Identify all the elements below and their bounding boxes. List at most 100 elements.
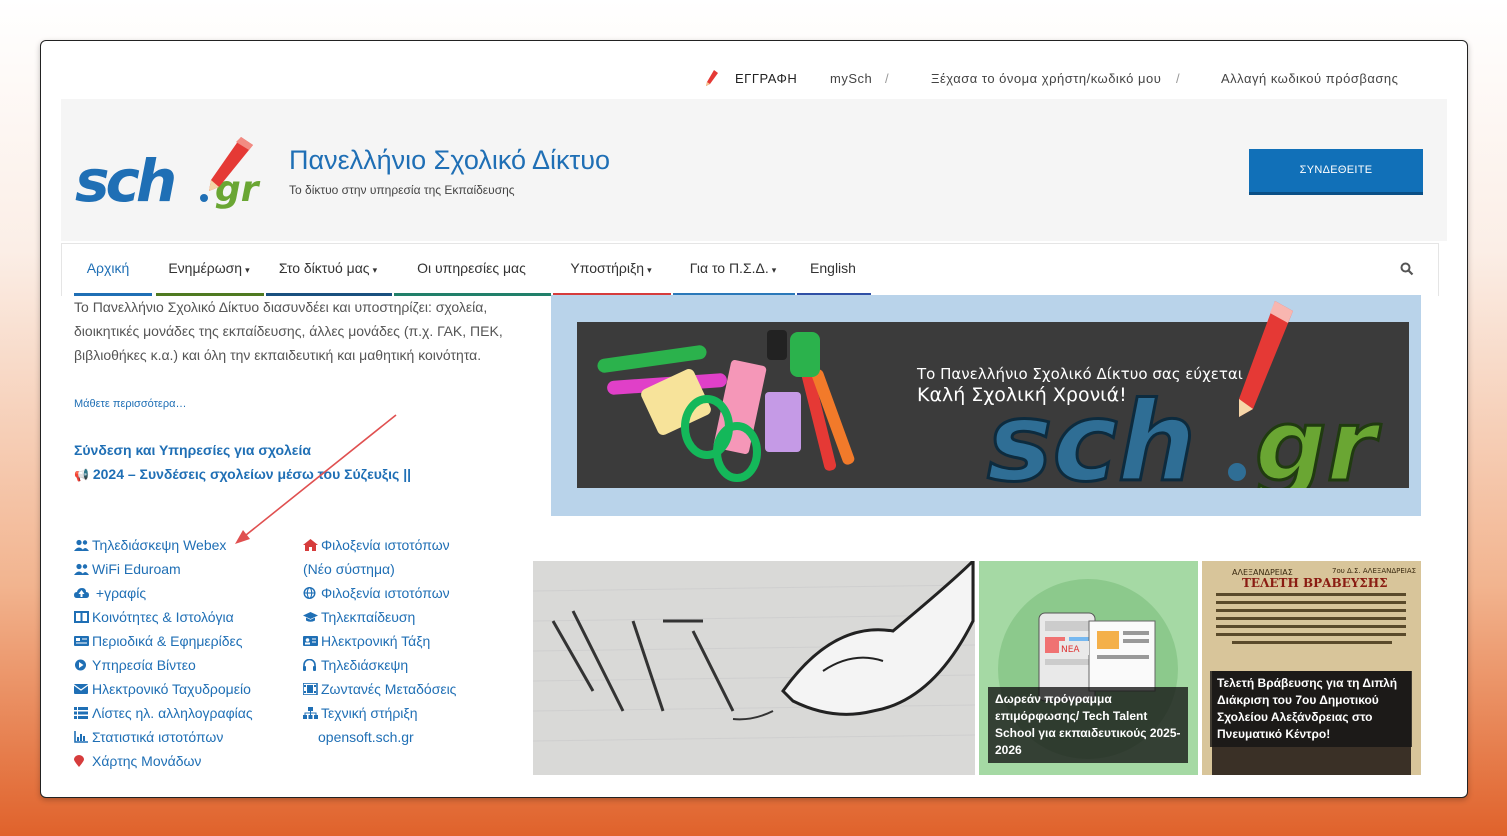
chevron-down-icon: ▾	[647, 265, 652, 275]
tab-network[interactable]: Στο δίκτυό μας ▾	[264, 244, 392, 296]
chevron-down-icon: ▾	[771, 265, 777, 275]
site-subtitle: Το δίκτυο στην υπηρεσία της Εκπαίδευσης	[289, 183, 515, 197]
film-icon	[303, 683, 318, 695]
intro-text: Το Πανελλήνιο Σχολικό Δίκτυο διασυνδέει …	[74, 299, 503, 363]
link-label: Τεχνική στήριξη	[321, 705, 418, 721]
chevron-down-icon: ▾	[245, 265, 250, 275]
banner-line-1: Το Πανελλήνιο Σχολικό Δίκτυο σας εύχεται	[917, 365, 1243, 383]
link-magazines[interactable]: Περιοδικά & Εφημερίδες	[74, 629, 253, 653]
search-icon[interactable]	[1400, 262, 1414, 276]
sch-logo[interactable]: sch gr	[73, 135, 273, 215]
link-mailing-lists[interactable]: Λίστες ηλ. αλληλογραφίας	[74, 701, 253, 725]
link-label: Υπηρεσία Βίντεο	[92, 657, 196, 673]
link-label: Στατιστικά ιστοτόπων	[92, 729, 224, 745]
services-list-right: Φιλοξενία ιστοτόπων (Νέο σύστημα) Φιλοξε…	[303, 533, 456, 749]
tab-label: Για το Π.Σ.Δ.	[689, 260, 769, 276]
link-live-streams[interactable]: Ζωντανές Μεταδόσεις	[303, 677, 456, 701]
mysch-link[interactable]: mySch	[830, 71, 872, 86]
link-label: opensoft.sch.gr	[318, 729, 414, 745]
link-label: Φιλοξενία ιστοτόπων	[321, 537, 450, 553]
list-icon	[74, 707, 88, 719]
main-nav: Αρχική Ενημέρωση ▾ Στο δίκτυό μας ▾ Οι υπη…	[61, 243, 1439, 296]
megaphone-icon: 📢	[74, 468, 89, 482]
link-communities[interactable]: Κοινότητες & Ιστολόγια	[74, 605, 253, 629]
poster-title: ΤΕΛΕΤΗ ΒΡΑΒΕΥΣΗΣ	[1242, 576, 1388, 590]
tab-label: English	[810, 260, 856, 276]
logo-text: sch	[75, 147, 174, 215]
columns-icon	[74, 611, 89, 623]
home-icon	[303, 539, 318, 551]
link-label: Φιλοξενία ιστοτόπων	[321, 585, 450, 601]
welcome-banner[interactable]: sch gr Το Πανελλήνιο Σχολικό Δίκτυο σας …	[551, 295, 1421, 516]
site-header: sch gr Πανελλήνιο Σχολικό Δίκτυο Το δίκτ…	[61, 99, 1447, 241]
link-label: Τηλεδιάσκεψη	[321, 657, 409, 673]
link-label: Χάρτης Μονάδων	[92, 753, 202, 769]
tab-label: Οι υπηρεσίες μας	[417, 260, 526, 276]
link-web-hosting[interactable]: Φιλοξενία ιστοτόπων	[303, 581, 456, 605]
envelope-icon	[74, 684, 89, 694]
services-list-left: Τηλεδιάσκεψη Webex WiFi Eduroam +γραφίς …	[74, 533, 253, 773]
bar-chart-icon	[74, 731, 88, 743]
link-label: Τηλεκπαίδευση	[321, 609, 416, 625]
link-label: Ηλεκτρονική Τάξη	[321, 633, 431, 649]
change-password-link[interactable]: Αλλαγή κωδικού πρόσβασης	[1221, 71, 1398, 86]
poster-school: 7ου Δ.Σ. ΑΛΕΞΑΝΔΡΕΙΑΣ	[1332, 567, 1416, 575]
link-tech-support[interactable]: Τεχνική στήριξη	[303, 701, 456, 725]
link-eclass[interactable]: Ηλεκτρονική Τάξη	[303, 629, 456, 653]
register-link[interactable]: ΕΓΓΡΑΦΗ	[735, 71, 797, 86]
graduation-cap-icon	[303, 612, 318, 622]
link-statistics[interactable]: Στατιστικά ιστοτόπων	[74, 725, 253, 749]
news-tile-2[interactable]: ΝΕΑ Δωρεάν πρόγραμμα επιμόρφωσης/ Tech T…	[979, 561, 1198, 775]
link-web-hosting-new-system[interactable]: (Νέο σύστημα)	[303, 557, 456, 581]
learn-more-link[interactable]: Μάθετε περισσότερα…	[74, 398, 186, 410]
tab-english[interactable]: English	[795, 244, 871, 296]
newspaper-icon	[74, 636, 89, 646]
map-marker-icon	[74, 755, 84, 767]
tab-news[interactable]: Ενημέρωση ▾	[154, 244, 264, 296]
news-caption: Δωρεάν πρόγραμμα επιμόρφωσης/ Tech Talen…	[988, 687, 1188, 763]
users-icon	[74, 563, 89, 575]
link-opensoft[interactable]: opensoft.sch.gr	[303, 725, 456, 749]
pencil-icon	[1239, 301, 1293, 417]
login-button[interactable]: ΣΥΝΔΕΘΕΙΤΕ	[1249, 149, 1423, 195]
link-label: Λίστες ηλ. αλληλογραφίας	[92, 705, 253, 721]
link-elearning[interactable]: Τηλεκπαίδευση	[303, 605, 456, 629]
link-webex[interactable]: Τηλεδιάσκεψη Webex	[74, 533, 253, 557]
link-map[interactable]: Χάρτης Μονάδων	[74, 749, 253, 773]
tab-label: Στο δίκτυό μας	[278, 260, 370, 276]
banner-line-2: Καλή Σχολική Χρονιά!	[917, 384, 1127, 406]
link-label: (Νέο σύστημα)	[303, 561, 395, 577]
annotation-arrow	[235, 414, 397, 544]
tab-support[interactable]: Υποστήριξη ▾	[551, 244, 671, 296]
link-label: Περιοδικά & Εφημερίδες	[92, 633, 243, 649]
link-video[interactable]: Υπηρεσία Βίντεο	[74, 653, 253, 677]
forgot-credentials-link[interactable]: Ξέχασα το όνομα χρήστη/κωδικό μου	[931, 71, 1161, 86]
link-eduroam[interactable]: WiFi Eduroam	[74, 557, 253, 581]
link-teleconference[interactable]: Τηλεδιάσκεψη	[303, 653, 456, 677]
news-tile-1[interactable]	[533, 561, 975, 775]
pencil-icon	[706, 70, 718, 86]
link-web-hosting-new[interactable]: Φιλοξενία ιστοτόπων	[303, 533, 456, 557]
headphones-icon	[303, 659, 316, 671]
link-grafis[interactable]: +γραφίς	[74, 581, 253, 605]
tab-label: Ενημέρωση	[168, 260, 243, 276]
chevron-down-icon: ▾	[372, 265, 378, 275]
news-badge: ΝΕΑ	[1061, 645, 1080, 655]
link-label: Ηλεκτρονικό Ταχυδρομείο	[92, 681, 251, 697]
browser-frame: ΕΓΓΡΑΦΗ mySch / Ξέχασα το όνομα χρήστη/κ…	[40, 40, 1468, 798]
link-email[interactable]: Ηλεκτρονικό Ταχυδρομείο	[74, 677, 253, 701]
tab-about[interactable]: Για το Π.Σ.Δ. ▾	[671, 244, 795, 296]
tab-home[interactable]: Αρχική	[62, 244, 154, 296]
users-icon	[74, 539, 89, 551]
tab-label: Αρχική	[86, 260, 130, 276]
tab-label: Υποστήριξη	[570, 260, 645, 276]
id-card-icon	[303, 636, 318, 646]
separator: /	[1176, 71, 1180, 86]
link-label: WiFi Eduroam	[92, 561, 181, 577]
news-tile-3[interactable]: ΑΛΕΞΑΝΔΡΕΙΑΣ 7ου Δ.Σ. ΑΛΕΞΑΝΔΡΕΙΑΣ ΤΕΛΕΤ…	[1202, 561, 1421, 775]
globe-icon	[303, 587, 316, 599]
top-bar: ΕΓΓΡΑΦΗ mySch / Ξέχασα το όνομα χρήστη/κ…	[41, 41, 1467, 99]
tab-services[interactable]: Οι υπηρεσίες μας	[392, 244, 551, 296]
cloud-upload-icon	[74, 588, 89, 598]
sitemap-icon	[303, 707, 318, 719]
